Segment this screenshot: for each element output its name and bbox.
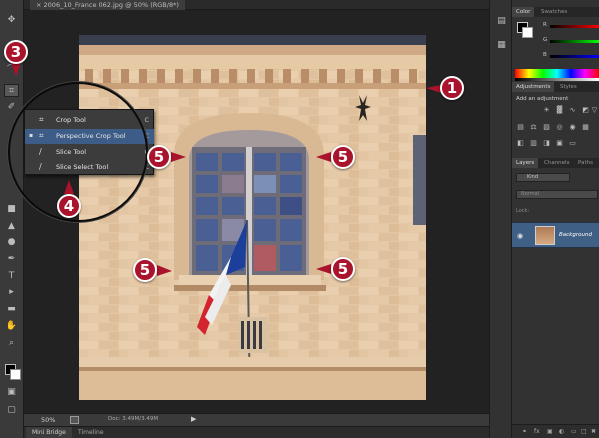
- callout-5-lower-left: 5: [133, 258, 157, 282]
- callout-pointers: [11, 63, 441, 276]
- callout-5-upper-right: 5: [331, 145, 355, 169]
- callout-1: 1: [440, 76, 464, 100]
- callout-5-lower-right: 5: [331, 257, 355, 281]
- photoshop-window: ✥ ▭ ⌒ ⌗ ✐ ■ ▲ ● ✒ T ▸ ▬ ✋ ⌕ ▣ ▢ × 2006_1…: [0, 0, 599, 438]
- callout-3: 3: [4, 40, 28, 64]
- callout-4: 4: [57, 194, 81, 218]
- callout-5-upper-left: 5: [147, 145, 171, 169]
